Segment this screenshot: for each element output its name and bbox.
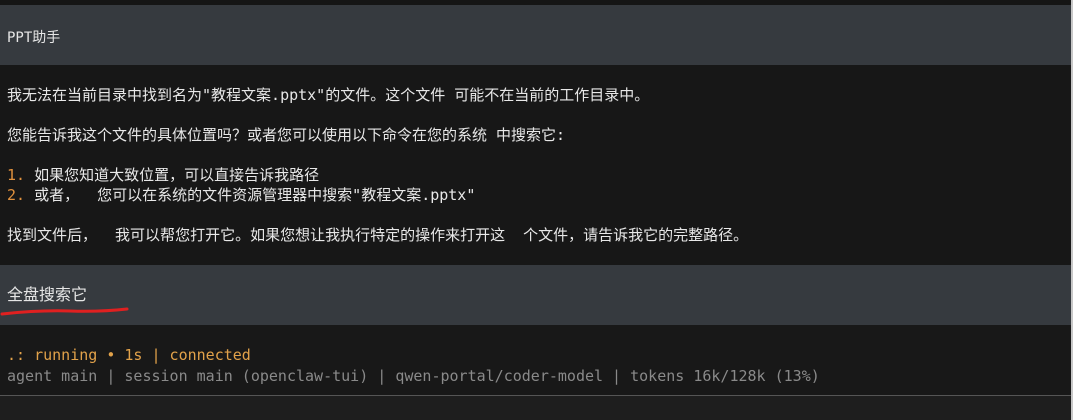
user-message: PPT助手 — [0, 5, 1073, 65]
user-message: 全盘搜索它 — [0, 265, 1073, 325]
list-item: 1. 如果您知道大致位置，可以直接告诉我路径 — [7, 166, 319, 184]
input-area[interactable] — [0, 396, 1073, 420]
list-number: 1. — [7, 166, 26, 184]
list-text: 或者， 您可以在系统的文件资源管理器中搜索"教程文案.pptx" — [25, 186, 476, 204]
list-text: 如果您知道大致位置，可以直接告诉我路径 — [25, 166, 320, 184]
session-info: agent main | session main (openclaw-tui)… — [7, 367, 820, 385]
user-message-text: PPT助手 — [7, 30, 61, 46]
user-message-text: 全盘搜索它 — [7, 285, 88, 304]
list-item: 2. 或者， 您可以在系统的文件资源管理器中搜索"教程文案.pptx" — [7, 186, 475, 204]
red-underline-annotation — [0, 307, 129, 316]
assistant-line: 找到文件后， 我可以帮您打开它。如果您想让我执行特定的操作来打开这 个文件，请告… — [7, 226, 749, 244]
status-indicator: .: running • 1s | connected — [7, 346, 251, 364]
list-number: 2. — [7, 186, 26, 204]
assistant-message: 我无法在当前目录中找到名为"教程文案.pptx"的文件。这个文件 可能不在当前的… — [0, 65, 1073, 265]
terminal-window: PPT助手 我无法在当前目录中找到名为"教程文案.pptx"的文件。这个文件 可… — [0, 0, 1073, 420]
assistant-line: 您能告诉我这个文件的具体位置吗？或者您可以使用以下命令在您的系统 中搜索它: — [7, 126, 566, 144]
status-area: .: running • 1s | connected agent main |… — [0, 325, 1073, 395]
assistant-line: 我无法在当前目录中找到名为"教程文案.pptx"的文件。这个文件 可能不在当前的… — [7, 86, 650, 104]
